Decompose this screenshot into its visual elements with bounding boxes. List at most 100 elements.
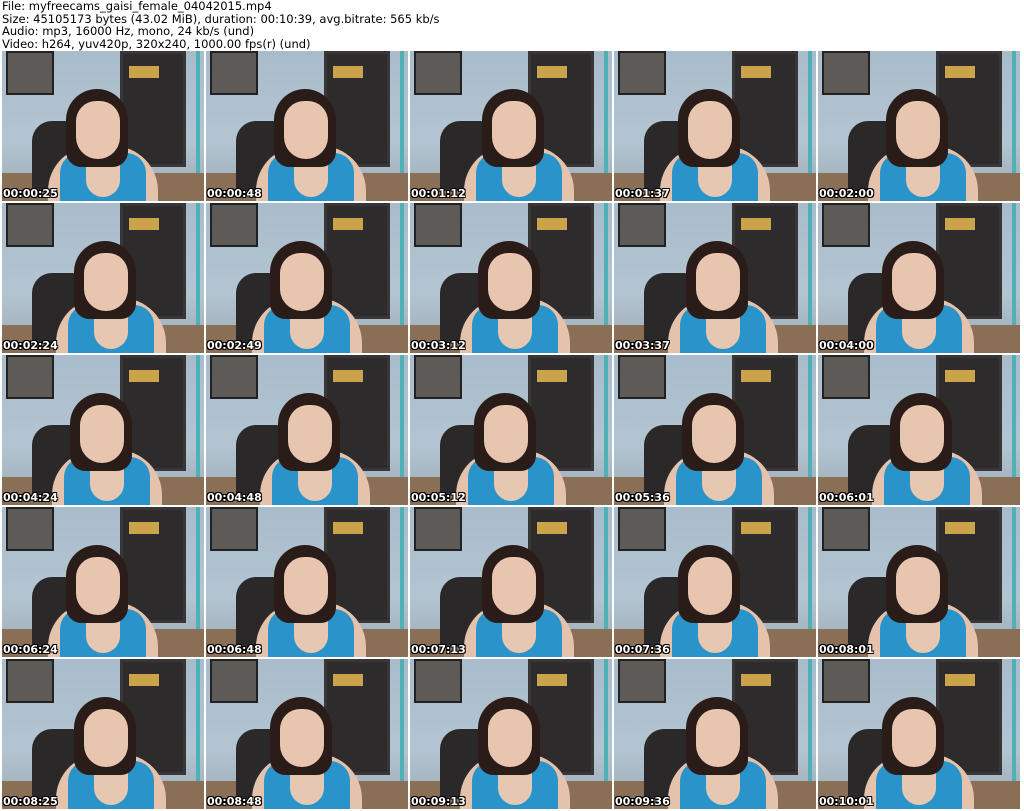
audio-info: Audio: mp3, 16000 Hz, mono, 24 kb/s (und…: [2, 24, 255, 38]
timestamp: 00:07:13: [411, 643, 466, 656]
timestamp: 00:00:25: [3, 187, 58, 200]
person-face: [688, 101, 732, 159]
person-face: [696, 253, 740, 311]
wall-picture: [822, 203, 870, 247]
person-face: [280, 709, 324, 767]
wall-picture: [6, 51, 54, 95]
video-frame-thumbnail: 00:03:12: [410, 203, 612, 353]
video-frame-thumbnail: 00:10:01: [818, 659, 1020, 809]
person-face: [488, 709, 532, 767]
timestamp: 00:02:24: [3, 339, 58, 352]
person-face: [892, 709, 936, 767]
wall-picture: [414, 659, 462, 703]
file-name: File: myfreecams_gaisi_female_04042015.m…: [2, 0, 272, 13]
video-frame-thumbnail: 00:04:24: [2, 355, 204, 505]
person-face: [288, 405, 332, 463]
person-face: [280, 253, 324, 311]
person-face: [688, 557, 732, 615]
video-frame-thumbnail: 00:08:25: [2, 659, 204, 809]
timestamp: 00:01:12: [411, 187, 466, 200]
timestamp: 00:06:01: [819, 491, 874, 504]
timestamp: 00:08:25: [3, 795, 58, 808]
person-face: [900, 405, 944, 463]
video-frame-thumbnail: 00:05:12: [410, 355, 612, 505]
wall-picture: [822, 51, 870, 95]
video-frame-thumbnail: 00:05:36: [614, 355, 816, 505]
wall-picture: [618, 51, 666, 95]
video-frame-thumbnail: 00:08:48: [206, 659, 408, 809]
video-frame-thumbnail: 00:00:25: [2, 51, 204, 201]
wall-picture: [618, 659, 666, 703]
timestamp: 00:09:36: [615, 795, 670, 808]
person-face: [284, 557, 328, 615]
timestamp: 00:02:00: [819, 187, 874, 200]
person-face: [492, 557, 536, 615]
timestamp: 00:03:37: [615, 339, 670, 352]
wall-picture: [210, 355, 258, 399]
file-info-header: File: myfreecams_gaisi_female_04042015.m…: [2, 0, 440, 50]
timestamp: 00:07:36: [615, 643, 670, 656]
person-face: [896, 101, 940, 159]
timestamp: 00:08:01: [819, 643, 874, 656]
video-frame-thumbnail: 00:07:13: [410, 507, 612, 657]
person-face: [492, 101, 536, 159]
wall-picture: [618, 203, 666, 247]
timestamp: 00:02:49: [207, 339, 262, 352]
wall-picture: [414, 203, 462, 247]
wall-picture: [822, 659, 870, 703]
wall-picture: [6, 507, 54, 551]
wall-picture: [6, 203, 54, 247]
thumbnail-grid: 00:00:25 00:00:48 00:01:12 00:01:37 00:02:00…: [2, 51, 1020, 809]
video-frame-thumbnail: 00:02:24: [2, 203, 204, 353]
timestamp: 00:10:01: [819, 795, 874, 808]
wall-picture: [6, 355, 54, 399]
timestamp: 00:08:48: [207, 795, 262, 808]
video-frame-thumbnail: 00:07:36: [614, 507, 816, 657]
timestamp: 00:05:36: [615, 491, 670, 504]
wall-picture: [822, 507, 870, 551]
wall-picture: [414, 507, 462, 551]
wall-picture: [6, 659, 54, 703]
wall-picture: [210, 51, 258, 95]
wall-picture: [414, 51, 462, 95]
timestamp: 00:04:00: [819, 339, 874, 352]
wall-picture: [618, 355, 666, 399]
person-face: [284, 101, 328, 159]
wall-picture: [210, 507, 258, 551]
timestamp: 00:01:37: [615, 187, 670, 200]
person-face: [896, 557, 940, 615]
person-face: [892, 253, 936, 311]
wall-picture: [618, 507, 666, 551]
wall-picture: [414, 355, 462, 399]
timestamp: 00:04:48: [207, 491, 262, 504]
person-face: [488, 253, 532, 311]
video-frame-thumbnail: 00:06:01: [818, 355, 1020, 505]
video-frame-thumbnail: 00:04:48: [206, 355, 408, 505]
video-frame-thumbnail: 00:09:13: [410, 659, 612, 809]
video-frame-thumbnail: 00:03:37: [614, 203, 816, 353]
timestamp: 00:00:48: [207, 187, 262, 200]
video-frame-thumbnail: 00:01:37: [614, 51, 816, 201]
video-frame-thumbnail: 00:04:00: [818, 203, 1020, 353]
video-frame-thumbnail: 00:02:00: [818, 51, 1020, 201]
video-frame-thumbnail: 00:09:36: [614, 659, 816, 809]
video-frame-thumbnail: 00:00:48: [206, 51, 408, 201]
video-frame-thumbnail: 00:06:24: [2, 507, 204, 657]
timestamp: 00:03:12: [411, 339, 466, 352]
wall-picture: [822, 355, 870, 399]
person-face: [692, 405, 736, 463]
timestamp: 00:06:24: [3, 643, 58, 656]
wall-picture: [210, 659, 258, 703]
timestamp: 00:09:13: [411, 795, 466, 808]
person-face: [80, 405, 124, 463]
wall-picture: [210, 203, 258, 247]
video-frame-thumbnail: 00:08:01: [818, 507, 1020, 657]
person-face: [484, 405, 528, 463]
person-face: [696, 709, 740, 767]
video-frame-thumbnail: 00:06:48: [206, 507, 408, 657]
person-face: [84, 253, 128, 311]
video-info: Video: h264, yuv420p, 320x240, 1000.00 f…: [2, 36, 311, 51]
timestamp: 00:04:24: [3, 491, 58, 504]
timestamp: 00:05:12: [411, 491, 466, 504]
person-face: [76, 101, 120, 159]
